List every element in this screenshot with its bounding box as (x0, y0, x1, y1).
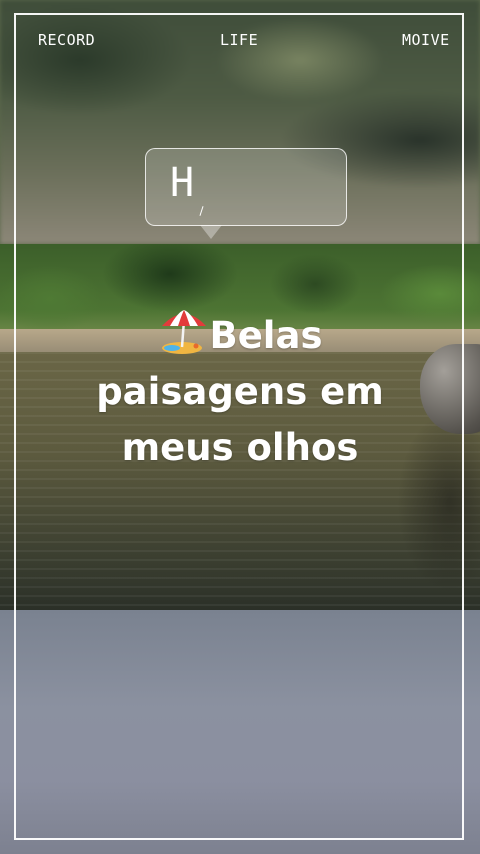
caption-line-1: Belas (209, 314, 323, 357)
moive-label: MOIVE (402, 31, 450, 49)
story-caption: Belas paisagens em meus olhos (40, 306, 440, 476)
caption-line-2: paisagens em (96, 370, 384, 413)
record-label: RECORD (38, 31, 96, 49)
caption-line-3: meus olhos (121, 426, 359, 469)
beach-umbrella-icon (158, 306, 208, 356)
bubble-tail (200, 225, 222, 239)
blurred-background-bottom (0, 610, 480, 854)
bubble-text: H (170, 160, 195, 206)
life-label: LIFE (220, 31, 259, 49)
